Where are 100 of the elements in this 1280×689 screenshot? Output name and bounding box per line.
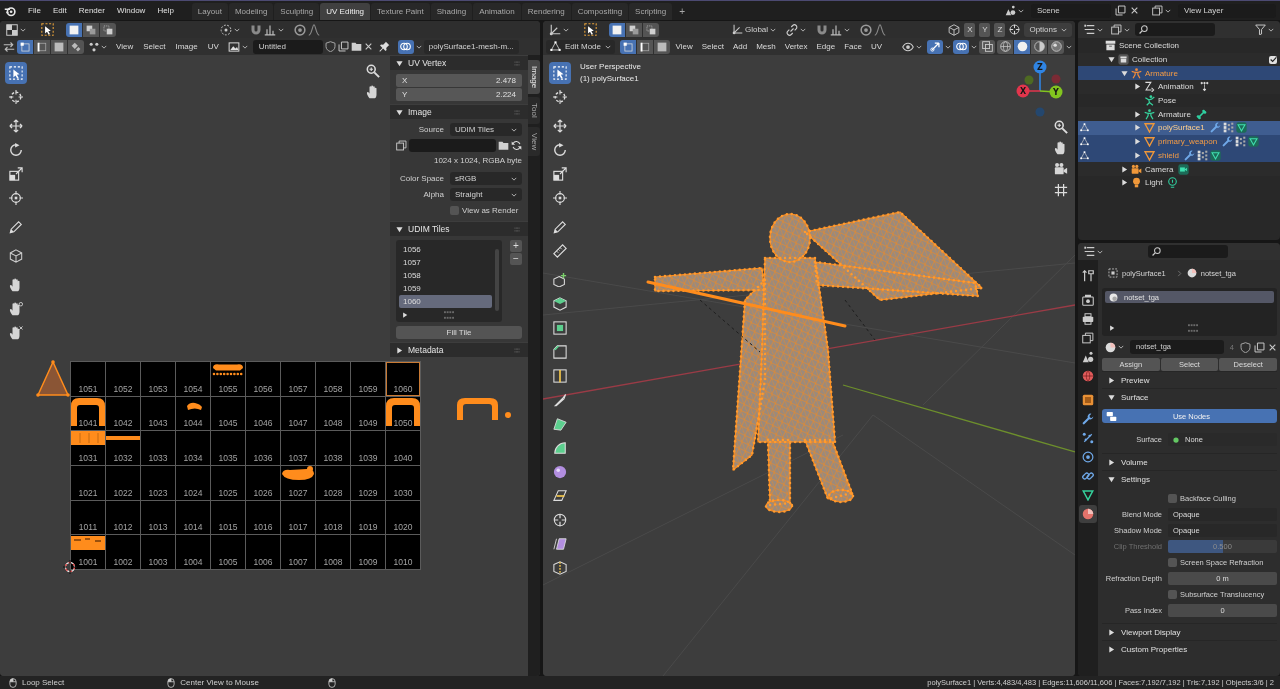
axis-handle[interactable]: Y: [1049, 85, 1063, 99]
panel-header[interactable]: Settings: [1102, 470, 1277, 487]
copy-icon[interactable]: [1254, 341, 1265, 353]
number-field[interactable]: X 2.478: [396, 74, 522, 87]
panel-header[interactable]: Volume: [1102, 453, 1277, 470]
file-path-field[interactable]: [409, 139, 496, 152]
editor-type-button[interactable]: [3, 22, 29, 37]
outliner-row[interactable]: Armature: [1078, 66, 1280, 81]
triangle-right-icon[interactable]: [402, 312, 408, 318]
xray-toggle[interactable]: [979, 39, 995, 54]
caret-icon[interactable]: [415, 43, 422, 50]
panel-header[interactable]: Surface: [1102, 388, 1277, 405]
grip-dots-icon[interactable]: [1187, 323, 1198, 333]
filter-dropdown[interactable]: [1252, 22, 1277, 37]
dot-grid-icon[interactable]: [1196, 149, 1208, 161]
shading-toggle[interactable]: [1048, 39, 1064, 54]
mode-toggle[interactable]: [626, 22, 642, 37]
overlays-toggle[interactable]: [953, 39, 969, 54]
panel-header[interactable]: Viewport Display: [1102, 623, 1277, 640]
zoom-icon[interactable]: [366, 64, 380, 78]
overlays-toggle[interactable]: [397, 39, 414, 54]
caret-icon[interactable]: [1066, 43, 1072, 50]
bulb-outline-icon[interactable]: [1167, 177, 1179, 189]
triangle-tile-icon[interactable]: [1248, 136, 1260, 148]
menu-item[interactable]: Select: [139, 42, 170, 51]
view-layer-browse-button[interactable]: [1149, 3, 1174, 18]
workspace-tab[interactable]: UV Editing: [320, 3, 371, 20]
tool-button[interactable]: [5, 62, 27, 84]
grid-icon[interactable]: [1054, 183, 1068, 197]
list-item[interactable]: 1059: [399, 282, 492, 295]
mode-toggle[interactable]: [83, 22, 99, 37]
workspace-tab[interactable]: Texture Paint: [371, 3, 430, 20]
dropdown[interactable]: Straight: [450, 188, 522, 201]
bone-icon[interactable]: [1195, 108, 1207, 120]
swap-arrows-icon[interactable]: [3, 40, 15, 53]
checkbox[interactable]: [1168, 590, 1177, 599]
grip-dots-icon[interactable]: [444, 310, 454, 320]
properties-tab[interactable]: [1079, 505, 1097, 523]
options-dropdown[interactable]: Options: [1024, 22, 1072, 37]
menu-item[interactable]: Edge: [812, 42, 839, 51]
menu-item[interactable]: View: [672, 42, 697, 51]
camera-icon[interactable]: [1054, 162, 1068, 176]
pivot-dropdown[interactable]: [217, 22, 243, 37]
menu-item[interactable]: Window: [110, 1, 152, 20]
select-mode-toggle[interactable]: [620, 39, 637, 54]
copy-icon[interactable]: [1115, 5, 1126, 16]
triangle-tile-icon[interactable]: [1209, 149, 1221, 161]
select-mode-toggle[interactable]: [654, 39, 671, 54]
wrench-icon[interactable]: [1183, 149, 1195, 161]
workspace-tab[interactable]: Scripting: [629, 3, 673, 20]
menu-item[interactable]: Image: [171, 42, 202, 51]
outliner-row[interactable]: polySurface1: [1078, 121, 1280, 135]
camera-tile-icon[interactable]: [1178, 163, 1190, 175]
list-item[interactable]: 1060: [399, 295, 492, 308]
select-cursor-icon[interactable]: [584, 23, 597, 36]
axis-handle[interactable]: X: [1016, 84, 1030, 98]
workspace-tab[interactable]: Modeling: [228, 3, 274, 20]
search-field[interactable]: [1135, 23, 1215, 36]
workspace-tab[interactable]: Layout: [191, 3, 228, 20]
dot-grid-icon[interactable]: [1235, 136, 1247, 148]
logo-icon[interactable]: [4, 4, 16, 17]
menu-item[interactable]: UV: [867, 42, 886, 51]
remove-button[interactable]: −: [510, 253, 522, 265]
pin-icon[interactable]: [378, 41, 390, 52]
folder-icon[interactable]: [350, 41, 362, 52]
triangle-vertices-icon[interactable]: [1080, 137, 1089, 147]
mode-toggle[interactable]: [609, 22, 625, 37]
axis-handle[interactable]: Z: [1033, 60, 1047, 74]
sidebar-tab[interactable]: View: [528, 126, 540, 157]
fill-tile-button[interactable]: Fill Tile: [396, 326, 522, 339]
select-cursor-icon[interactable]: [41, 23, 54, 36]
close-icon[interactable]: [363, 42, 373, 51]
panel-header[interactable]: UV Vertex: [390, 56, 528, 70]
close-icon[interactable]: [1130, 6, 1139, 15]
hand-icon[interactable]: [366, 85, 380, 99]
shading-toggle[interactable]: [1014, 39, 1030, 54]
menu-item[interactable]: Mesh: [752, 42, 780, 51]
target-icon[interactable]: [1009, 24, 1021, 35]
triangle-right-icon[interactable]: [1109, 325, 1115, 331]
workspace-tab[interactable]: Rendering: [521, 3, 571, 20]
dot-grid-icon[interactable]: [1222, 122, 1234, 134]
menu-item[interactable]: Add: [729, 42, 751, 51]
menu-item[interactable]: UV: [203, 42, 223, 51]
shading-toggle[interactable]: [997, 39, 1013, 54]
editor-type-button[interactable]: [1081, 244, 1106, 259]
mode-toggle[interactable]: [643, 22, 659, 37]
gizmos-toggle[interactable]: [927, 39, 943, 54]
search-field[interactable]: [1148, 245, 1228, 258]
menu-item[interactable]: File: [22, 1, 47, 20]
cube-outline-icon[interactable]: [948, 23, 961, 36]
properties-tab[interactable]: [1079, 329, 1097, 347]
shield-icon[interactable]: [1240, 341, 1251, 353]
menu-item[interactable]: Render: [72, 1, 111, 20]
orientation-dropdown[interactable]: Global: [728, 22, 780, 37]
panel-header[interactable]: UDIM Tiles: [390, 222, 528, 236]
zoom-icon[interactable]: [1054, 120, 1068, 134]
list-item[interactable]: 1057: [399, 256, 492, 269]
number-field[interactable]: Y 2.224: [396, 88, 522, 101]
dropdown[interactable]: sRGB: [450, 172, 522, 185]
axis-toggle[interactable]: Y: [979, 22, 991, 37]
